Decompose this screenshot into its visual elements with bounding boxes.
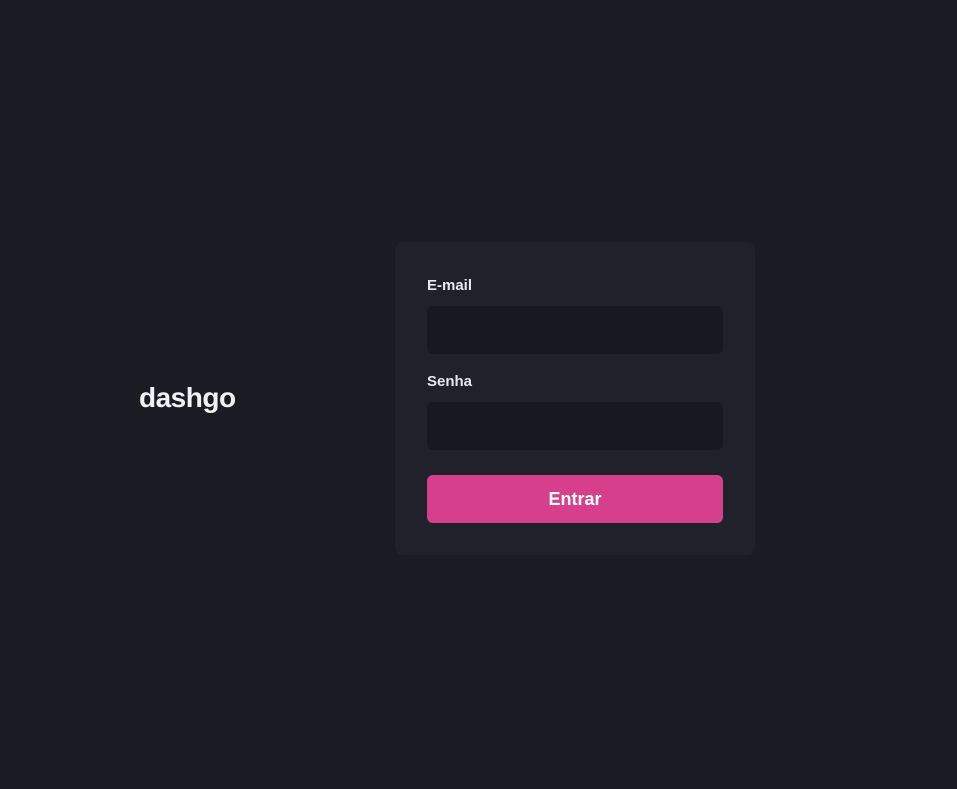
password-input[interactable] bbox=[427, 402, 723, 450]
password-label: Senha bbox=[427, 373, 473, 390]
email-field-group: E-mail bbox=[427, 276, 723, 354]
dashgo-logo: dashgo bbox=[139, 382, 236, 413]
login-submit-button[interactable]: Entrar bbox=[427, 475, 723, 523]
password-field-group: Senha bbox=[427, 372, 723, 450]
email-input[interactable] bbox=[427, 306, 723, 354]
email-label: E-mail bbox=[427, 277, 473, 294]
login-form: E-mail Senha Entrar bbox=[395, 242, 755, 555]
